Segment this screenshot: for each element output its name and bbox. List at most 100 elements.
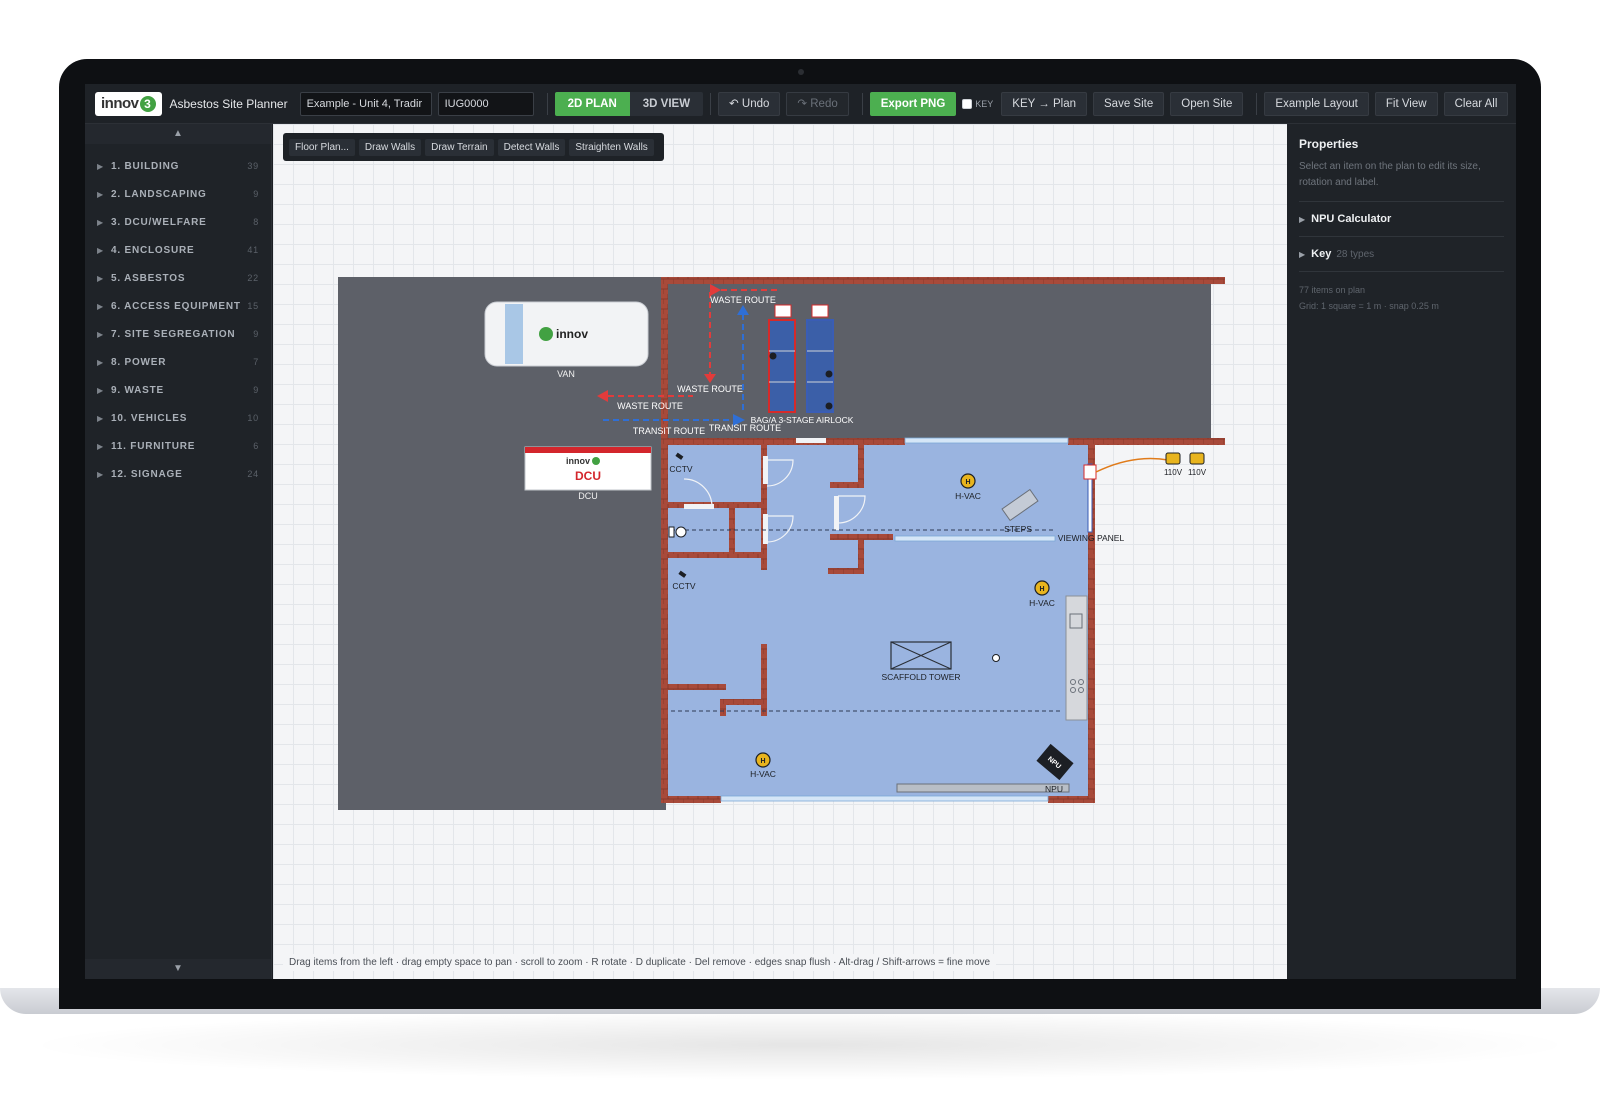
example-layout-button[interactable]: Example Layout (1264, 91, 1369, 116)
site-name-input[interactable] (299, 91, 432, 116)
window-panel[interactable] (904, 437, 1069, 444)
fit-view-button[interactable]: Fit View (1374, 91, 1438, 116)
canvas-tool-button[interactable]: Straighten Walls (569, 138, 654, 156)
vent-icon (825, 370, 833, 378)
clear-all-button[interactable]: Clear All (1443, 91, 1509, 116)
category-count: 15 (247, 301, 259, 311)
tab-3d-view[interactable]: 3D VIEW (629, 91, 704, 116)
key-to-plan-button[interactable]: KEY → Plan (1001, 91, 1088, 116)
category-count: 39 (247, 161, 259, 171)
save-site-button[interactable]: Save Site (1093, 91, 1165, 116)
counter-unit[interactable] (1065, 595, 1088, 721)
brand-logo: innov 3 (95, 91, 162, 116)
wall[interactable] (828, 568, 862, 574)
category-count: 10 (247, 413, 259, 423)
plan-canvas[interactable]: innov VAN innov DCU DCU BAG/A 3-STAGE AI… (273, 124, 1287, 979)
sidebar-category[interactable]: ▶ 2. LANDSCAPING 9 (85, 180, 271, 208)
npu-calculator-toggle[interactable]: ▶ NPU Calculator (1299, 201, 1504, 237)
window-panel[interactable] (720, 795, 1049, 802)
sidebar-category[interactable]: ▶ 1. BUILDING 39 (85, 152, 271, 180)
chevron-right-icon: ▶ (97, 189, 104, 199)
camera-icon (798, 69, 804, 75)
dcu-logo-text: innov (566, 456, 590, 466)
key-checkbox[interactable] (962, 98, 973, 109)
chevron-right-icon: ▶ (97, 217, 104, 227)
properties-description: Select an item on the plan to edit its s… (1299, 161, 1481, 188)
dcu-label: DCU (578, 491, 598, 501)
wall[interactable] (761, 644, 767, 716)
wall[interactable] (661, 438, 905, 445)
properties-title: Properties (1299, 137, 1359, 151)
wall[interactable] (720, 699, 726, 716)
undo-button[interactable]: ↶ Undo (718, 91, 781, 116)
export-png-button[interactable]: Export PNG (869, 91, 957, 116)
sidebar-category[interactable]: ▶ 4. ENCLOSURE 41 (85, 236, 271, 264)
sidebar-category[interactable]: ▶ 6. ACCESS EQUIPMENT 15 (85, 292, 271, 320)
sidebar-scroll-down[interactable]: ▼ (85, 959, 271, 979)
canvas-tool-button[interactable]: Draw Terrain (425, 138, 494, 156)
chevron-right-icon: ▶ (97, 357, 104, 367)
route-label: WASTE ROUTE (677, 384, 743, 394)
wall[interactable] (858, 444, 864, 487)
canvas-tool-button[interactable]: Detect Walls (497, 138, 566, 156)
wall[interactable] (661, 277, 668, 801)
window-panel[interactable] (894, 535, 1056, 542)
door (763, 456, 768, 484)
floor-plan[interactable]: innov VAN innov DCU DCU BAG/A 3-STAGE AI… (273, 124, 1287, 979)
toilet[interactable] (668, 526, 687, 538)
open-site-button[interactable]: Open Site (1170, 91, 1244, 116)
route-label: WASTE ROUTE (710, 295, 776, 305)
category-count: 9 (253, 385, 259, 395)
power-supply[interactable]: 110V 110V (1095, 452, 1207, 477)
category-label: 2. LANDSCAPING (110, 188, 207, 200)
category-count: 9 (253, 329, 259, 339)
wall[interactable] (668, 684, 726, 690)
chevron-right-icon: ▶ (97, 329, 104, 339)
canvas-tool-button[interactable]: Draw Walls (358, 138, 422, 156)
chevron-right-icon: ▶ (97, 469, 104, 479)
sidebar-category[interactable]: ▶ 5. ASBESTOS 22 (85, 264, 271, 292)
category-label: 12. SIGNAGE (110, 468, 183, 480)
redo-button[interactable]: ↷ Redo (786, 91, 849, 116)
chevron-right-icon: ▶ (97, 245, 104, 255)
cctv-label: CCTV (672, 581, 695, 591)
sidebar-category[interactable]: ▶ 11. FURNITURE 6 (85, 432, 271, 460)
wall[interactable] (729, 504, 735, 554)
wall[interactable] (830, 482, 864, 488)
category-count: 9 (253, 189, 259, 199)
canvas-tool-button[interactable]: Floor Plan... (289, 138, 355, 156)
wall[interactable] (1048, 796, 1095, 803)
wall[interactable] (668, 502, 761, 508)
wall[interactable] (661, 796, 721, 803)
door (684, 504, 714, 509)
wall[interactable] (661, 277, 1225, 284)
warning-sign-icon (1083, 464, 1097, 480)
site-code-input[interactable] (437, 91, 534, 116)
chevron-right-icon: ▶ (97, 441, 104, 451)
steps-label: STEPS (1004, 524, 1032, 534)
sidebar-category[interactable]: ▶ 7. SITE SEGREGATION 9 (85, 320, 271, 348)
vent-icon (825, 402, 833, 410)
category-label: 11. FURNITURE (110, 440, 196, 452)
power-label: 110V (1164, 468, 1183, 477)
key-types-count: 28 types (1336, 248, 1375, 260)
wall[interactable] (720, 699, 765, 705)
tab-2d-plan[interactable]: 2D PLAN (554, 91, 630, 116)
sidebar-category[interactable]: ▶ 10. VEHICLES 10 (85, 404, 271, 432)
key-toggle[interactable]: KEY (962, 98, 993, 109)
key-toggle-section[interactable]: ▶ Key 28 types (1299, 237, 1504, 272)
category-count: 24 (247, 469, 259, 479)
category-label: 9. WASTE (110, 384, 165, 396)
toolbar-divider (710, 92, 712, 115)
sidebar-category[interactable]: ▶ 12. SIGNAGE 24 (85, 460, 271, 488)
wall[interactable] (668, 552, 767, 558)
sidebar-category[interactable]: ▶ 3. DCU/WELFARE 8 (85, 208, 271, 236)
door[interactable] (796, 438, 826, 443)
sidebar-scroll-up[interactable]: ▲ (85, 124, 271, 144)
category-count: 41 (247, 245, 259, 255)
sidebar-category[interactable]: ▶ 8. POWER 7 (85, 348, 271, 376)
sidebar-category[interactable]: ▶ 9. WASTE 9 (85, 376, 271, 404)
marker-point[interactable] (992, 654, 1000, 662)
category-label: 5. ASBESTOS (110, 272, 186, 284)
hvac-icon: H (1039, 586, 1044, 593)
